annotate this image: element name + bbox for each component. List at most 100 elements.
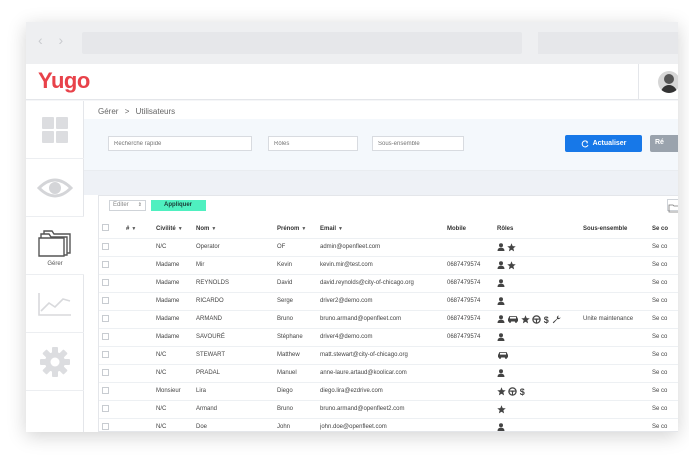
table-row[interactable]: N/C Doe John john.doe@openfleet.com Se co [99, 418, 678, 432]
row-checkbox[interactable] [102, 332, 109, 340]
table-row[interactable]: N/C Operator OF admin@openfleet.com Se co [99, 238, 678, 257]
browser-extension-area [538, 32, 678, 54]
table-row[interactable]: Monsieur Lira Diego diego.lira@ezdrive.com $… [99, 382, 678, 401]
row-select-cell [99, 256, 126, 275]
cell-seco: Se co [652, 328, 678, 347]
select-all-checkbox[interactable] [102, 224, 109, 232]
cell-hash [126, 364, 156, 383]
cell-nom: Mir [196, 256, 277, 275]
header-civilite[interactable]: Civilité ▼ [156, 220, 196, 239]
svg-text:$: $ [520, 387, 525, 396]
reset-button[interactable]: Ré [650, 135, 678, 152]
cell-prenom: Bruno [277, 310, 320, 329]
sidebar-item-dashboard[interactable] [26, 101, 84, 159]
row-select-cell [99, 292, 126, 311]
cell-roles [497, 292, 583, 311]
steering-wheel-icon [532, 314, 541, 324]
sidebar-item-monitor[interactable] [26, 159, 84, 217]
row-select-cell [99, 364, 126, 383]
cell-civilite: N/C [156, 346, 196, 365]
row-checkbox[interactable] [102, 314, 109, 322]
header-email[interactable]: Email ▼ [320, 220, 447, 239]
row-checkbox[interactable] [102, 404, 109, 412]
cell-prenom: Stéphane [277, 328, 320, 347]
cell-nom: SAVOURÉ [196, 328, 277, 347]
table-row[interactable]: Madame Mir Kevin kevin.mir@test.com 06874795… [99, 256, 678, 275]
users-table-card: Editer ⇕ Appliquer # ▼ Civilité ▼ Nom ▼ … [98, 195, 678, 432]
cell-seco: Se co [652, 400, 678, 419]
table-row[interactable]: Madame RICARDO Serge driver2@demo.com 068747… [99, 292, 678, 311]
person-icon [497, 369, 505, 377]
row-checkbox[interactable] [102, 350, 109, 358]
table-row[interactable]: Madame REYNOLDS David david.reynolds@city-o… [99, 274, 678, 293]
header-prenom[interactable]: Prénom ▼ [277, 220, 320, 239]
cell-roles [497, 238, 583, 257]
sidebar-item-stats[interactable] [26, 275, 84, 333]
folders-icon [38, 229, 71, 257]
browser-url-bar[interactable] [82, 32, 522, 54]
row-checkbox[interactable] [102, 368, 109, 376]
role-icons [497, 333, 505, 341]
row-select-cell [99, 238, 126, 257]
table-row[interactable]: Madame ARMAND Bruno bruno.armand@openfleet.… [99, 310, 678, 329]
cell-seco: Se co [652, 346, 678, 365]
avatar-body [661, 85, 677, 93]
cell-civilite: Madame [156, 310, 196, 329]
apply-button[interactable]: Appliquer [151, 200, 206, 211]
header-sousensemble[interactable]: Sous-ensemble [583, 220, 652, 239]
star-icon [497, 386, 506, 395]
table-header-row: # ▼ Civilité ▼ Nom ▼ Prénom ▼ Email ▼ Mobile … [99, 220, 678, 239]
cell-mobile: 0687479574 [447, 292, 497, 311]
table-row[interactable]: N/C Armand Bruno bruno.armand@openfleet2.co… [99, 400, 678, 419]
sidebar-item-manage[interactable]: Gérer [26, 217, 84, 275]
row-select-cell [99, 382, 126, 401]
cell-hash [126, 328, 156, 347]
quick-search-input[interactable] [108, 136, 252, 151]
role-icons [497, 351, 509, 359]
cell-mobile: 0687479574 [447, 256, 497, 275]
cell-roles [497, 256, 583, 275]
edit-select[interactable]: Editer ⇕ [109, 200, 146, 211]
subset-filter-input[interactable] [372, 136, 464, 151]
chevron-updown-icon: ⇕ [137, 202, 142, 208]
cell-hash [126, 310, 156, 329]
table-row[interactable]: Madame SAVOURÉ Stéphane driver4@demo.com 068… [99, 328, 678, 347]
cell-seco: Se co [652, 310, 678, 329]
row-checkbox[interactable] [102, 242, 109, 250]
table-row[interactable]: N/C PRADAL Manuel anne-laure.artaud@koolica… [99, 364, 678, 383]
header-mobile[interactable]: Mobile [447, 220, 497, 239]
cell-email: driver2@demo.com [320, 292, 447, 311]
breadcrumb-parent-link[interactable]: Gérer [98, 107, 118, 116]
header-hash[interactable]: # ▼ [126, 220, 156, 239]
cell-email: anne-laure.artaud@koolicar.com [320, 364, 447, 383]
row-checkbox[interactable] [102, 296, 109, 304]
row-checkbox[interactable] [102, 422, 109, 430]
user-avatar[interactable] [658, 71, 678, 93]
header-nom[interactable]: Nom ▼ [196, 220, 277, 239]
cell-seco: Se co [652, 364, 678, 383]
browser-nav-arrows[interactable]: ‹ › [38, 32, 72, 54]
cell-email: david.reynolds@city-of-chicago.org [320, 274, 447, 293]
roles-filter-input[interactable] [268, 136, 358, 151]
cell-mobile [447, 382, 497, 401]
dollar-icon: $ [544, 315, 549, 324]
chart-line-icon [38, 292, 71, 316]
cell-civilite: Madame [156, 274, 196, 293]
row-checkbox[interactable] [102, 386, 109, 394]
header-seco[interactable]: Se co [652, 220, 678, 239]
role-icons: $ [497, 387, 526, 396]
cell-hash [126, 346, 156, 365]
table-row[interactable]: N/C STEWART Matthew matt.stewart@city-of-ch… [99, 346, 678, 365]
row-checkbox[interactable] [102, 278, 109, 286]
cell-seco: Se co [652, 418, 678, 432]
app-logo[interactable]: Yugo [38, 68, 90, 94]
header-roles[interactable]: Rôles [497, 220, 583, 239]
row-checkbox[interactable] [102, 260, 109, 268]
cell-roles: $ [497, 310, 583, 329]
export-folder-button[interactable] [667, 199, 678, 213]
refresh-button[interactable]: Actualiser [565, 135, 642, 152]
sidebar-item-settings[interactable] [26, 333, 84, 391]
cell-mobile [447, 418, 497, 432]
cell-email: admin@openfleet.com [320, 238, 447, 257]
dollar-icon: $ [520, 387, 525, 396]
